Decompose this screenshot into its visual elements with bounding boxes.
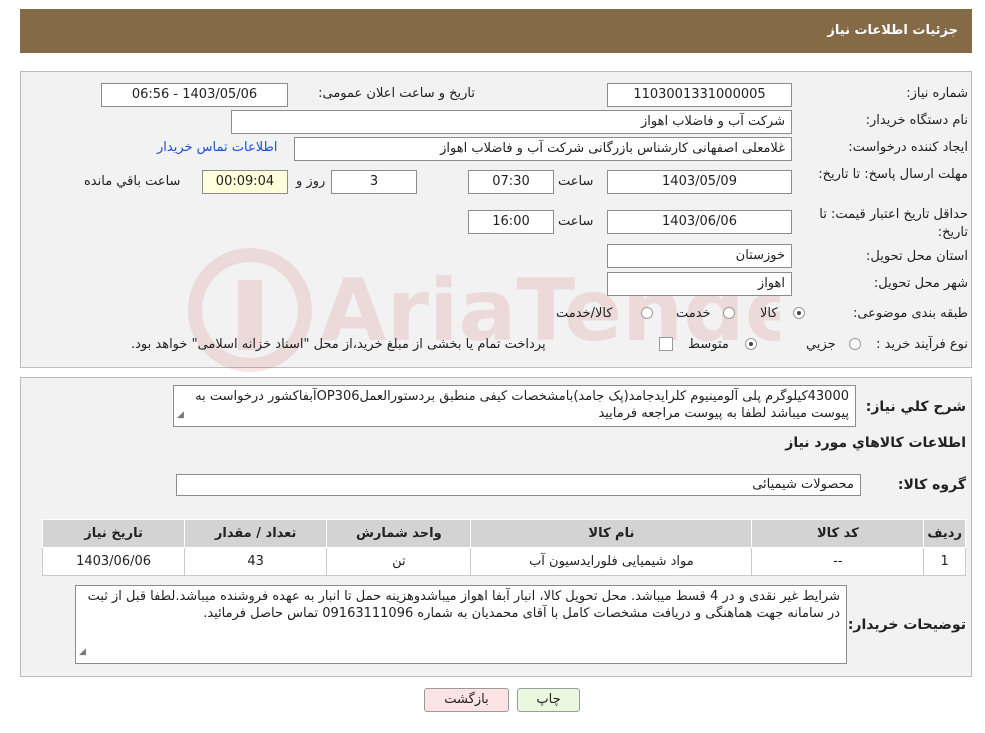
goods-group-label: گروه کالا: [897,477,966,493]
city-field: اهواز [607,272,792,296]
announce-datetime-field: 1403/05/06 - 06:56 [101,83,288,107]
col-unit-header: واحد شمارش [326,519,472,548]
col-code-header: کد کالا [751,519,925,548]
reply-deadline-time: 07:30 [468,170,554,194]
province-label: استان محل تحویل: [866,249,968,264]
days-label: روز و [296,174,326,189]
resize-grip-icon[interactable]: ◢ [79,644,86,661]
price-time-label: ساعت [558,214,594,229]
purchase-type-label: نوع فرآیند خرید : [876,337,968,352]
category-radio-goods-service[interactable] [641,307,653,319]
purchase-radio-minor[interactable] [849,338,861,350]
cell-code: -- [751,547,925,576]
buyer-contact-link[interactable]: اطلاعات تماس خریدار [157,140,277,155]
col-date-header: تاریخ نیاز [41,519,186,548]
description-label: شرح کلي نياز: [865,399,966,415]
cell-date: 1403/06/06 [41,547,186,576]
goods-info-title: اطلاعات کالاهاي مورد نياز [785,435,966,451]
need-number-field: 1103001331000005 [607,83,792,107]
need-number-label: شماره نیاز: [906,86,968,101]
category-option-goods: کالا [760,306,778,321]
reply-deadline-date: 1403/05/09 [607,170,792,194]
treasury-checkbox[interactable] [659,337,673,351]
city-label: شهر محل تحویل: [873,276,968,291]
col-name-header: نام کالا [470,519,753,548]
reply-days-field: 3 [331,170,417,194]
purchase-radio-medium[interactable] [745,338,757,350]
announce-datetime-label: تاریخ و ساعت اعلان عمومی: [318,86,475,101]
reply-deadline-label: مهلت ارسال پاسخ: تا تاریخ: [818,167,968,182]
description-field: 43000کیلوگرم پلی آلومینیوم کلرایدجامد(پک… [173,385,856,427]
page-title: جزئیات اطلاعات نیاز [827,23,958,38]
print-button[interactable]: چاپ [517,688,580,712]
description-text: 43000کیلوگرم پلی آلومینیوم کلرایدجامد(پک… [195,389,849,421]
treasury-note: پرداخت تمام یا بخشی از مبلغ خرید،از محل … [131,337,546,352]
col-row-header: رديف [923,519,966,548]
buyer-org-field: شرکت آب و فاضلاب اهواز [231,110,792,134]
remaining-time-label: ساعت باقي مانده [84,174,181,189]
goods-table: رديف کد کالا نام کالا واحد شمارش تعداد /… [41,519,966,576]
cell-row: 1 [923,547,966,576]
category-label: طبقه بندی موضوعی: [852,306,968,321]
province-field: خوزستان [607,244,792,268]
table-header-row: رديف کد کالا نام کالا واحد شمارش تعداد /… [41,519,966,548]
back-button[interactable]: بازگشت [424,688,509,712]
cell-name: مواد شیمیایی فلورایدسیون آب [470,547,753,576]
price-validity-date: 1403/06/06 [607,210,792,234]
col-qty-header: تعداد / مقدار [184,519,328,548]
table-row: 1 -- مواد شیمیایی فلورایدسیون آب تن 43 1… [41,547,966,576]
goods-group-field: محصولات شیمیائی [176,474,861,496]
category-radio-service[interactable] [723,307,735,319]
page-header: جزئیات اطلاعات نیاز [20,9,972,53]
resize-grip-icon[interactable]: ◢ [177,407,184,424]
buyer-notes-text: شرایط غیر نقدی و در 4 قسط میباشد. محل تح… [87,589,840,621]
reply-time-label: ساعت [558,174,594,189]
category-radio-goods[interactable] [793,307,805,319]
buyer-notes-label: توضیحات خریدار: [847,617,966,633]
category-option-service: خدمت [676,306,711,321]
requester-field: غلامعلی اصفهانی کارشناس بازرگانی شرکت آب… [294,137,792,161]
buyer-notes-field: شرایط غیر نقدی و در 4 قسط میباشد. محل تح… [75,585,847,664]
cell-unit: تن [326,547,472,576]
cell-qty: 43 [184,547,328,576]
buyer-org-label: نام دستگاه خریدار: [865,113,968,128]
purchase-option-medium: متوسط [688,337,729,352]
purchase-option-minor: جزیي [806,337,836,352]
category-option-goods-service: کالا/خدمت [556,306,613,321]
price-validity-label: حداقل تاریخ اعتبار قیمت: تا تاریخ: [819,207,968,240]
price-validity-time: 16:00 [468,210,554,234]
requester-label: ایجاد کننده درخواست: [848,140,968,155]
remaining-time-field: 00:09:04 [202,170,288,194]
